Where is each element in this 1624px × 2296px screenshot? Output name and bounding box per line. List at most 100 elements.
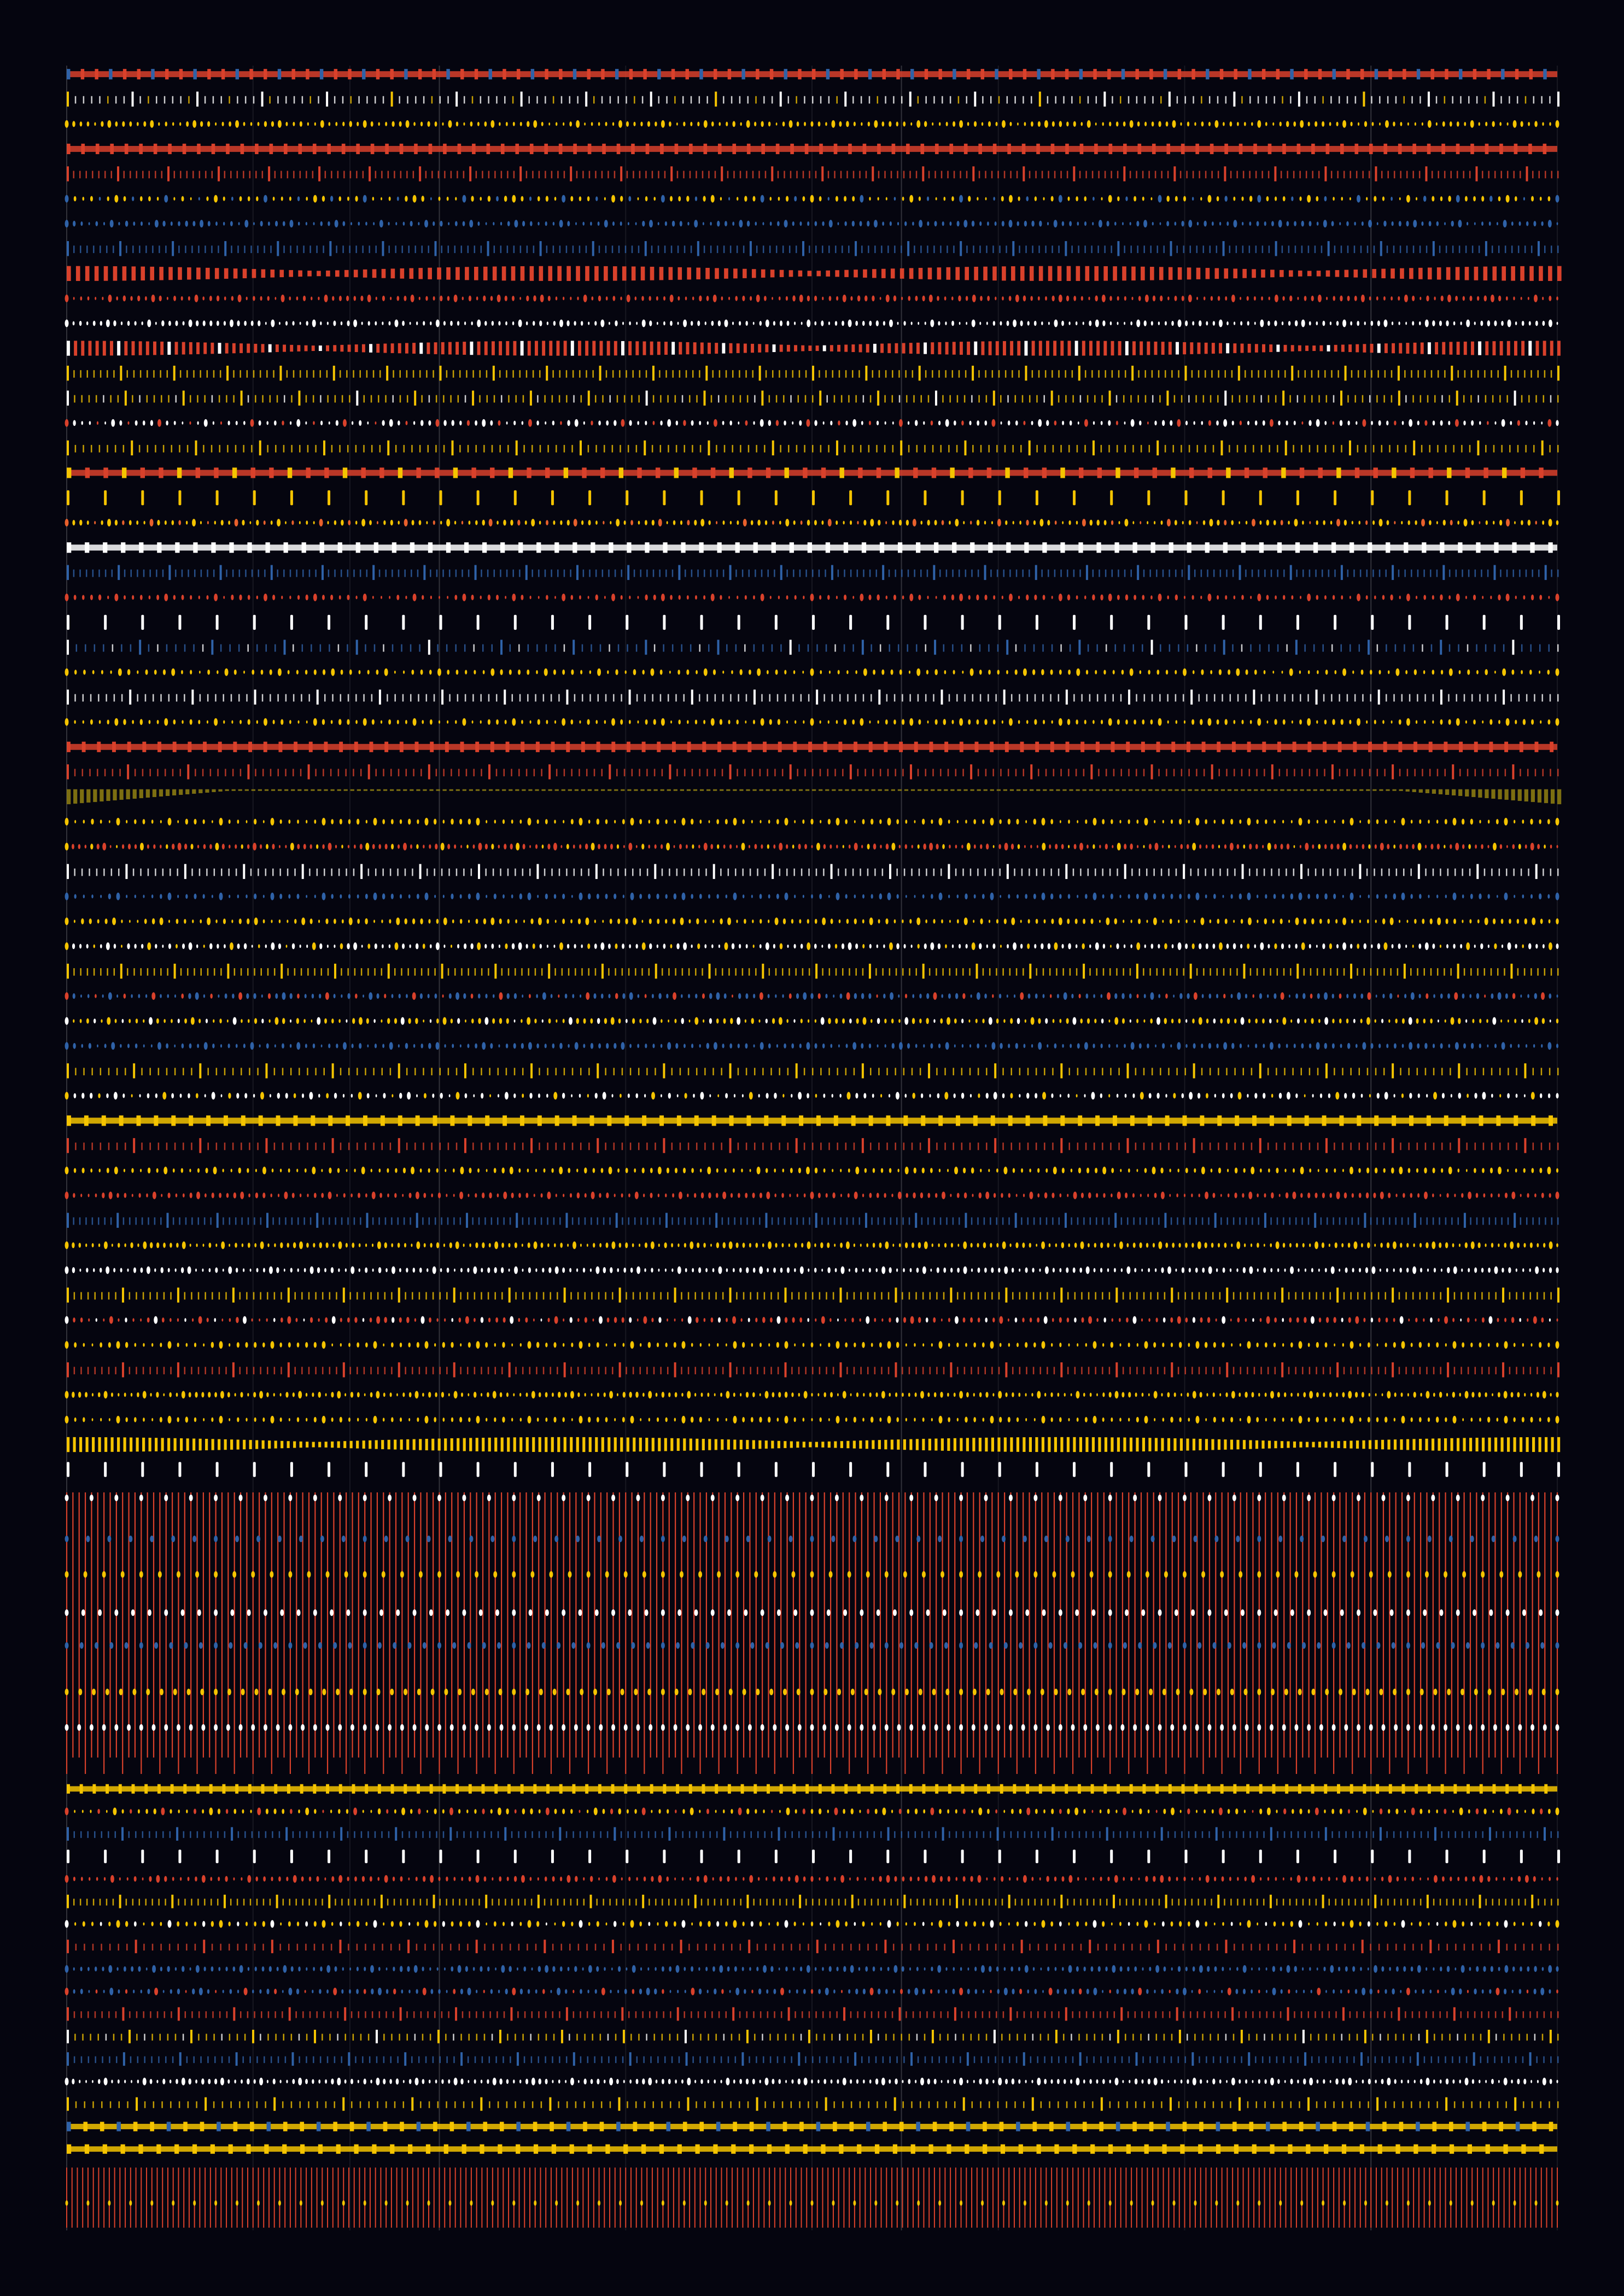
tick-mark [825,569,826,577]
tick-mark [624,245,627,253]
tick-mark [160,370,161,378]
tick-mark [1129,171,1131,179]
tick-mark [725,395,727,403]
band-mark [1354,467,1360,478]
dot-mark [188,319,192,327]
dot-mark [1275,196,1277,201]
band-mark [629,69,633,80]
dot-mark [606,420,609,426]
tick-mark [952,569,954,577]
dot-mark [1142,196,1144,201]
dot-mark [229,319,233,327]
dot-mark [505,321,507,326]
tick-mark [1394,644,1397,652]
tick-mark [706,769,708,777]
tick-mark [1538,171,1540,179]
wave-mark [1528,341,1532,356]
tick-mark [299,444,301,453]
tick-mark [706,96,708,104]
tick-mark [1184,365,1187,381]
band-mark [515,143,519,154]
wave-mark [67,341,70,356]
dot-mark [1229,121,1232,127]
dot-mark [1515,321,1517,325]
tick-mark [418,694,419,702]
tick-mark [1108,444,1110,453]
tick-mark [1159,694,1161,702]
band-strip [67,145,1557,152]
band-mark [914,741,918,752]
dot-mark [995,296,997,301]
tick-mark [457,171,458,179]
tick-mark [487,569,489,577]
wave-mark [1413,342,1417,354]
band-mark [324,467,329,478]
tick-mark [1085,565,1088,580]
dot-mark [92,670,95,675]
wave-mark [1550,341,1553,356]
tick-mark [1012,444,1014,453]
dot-mark [1346,221,1349,226]
dot-mark [722,670,725,674]
tick-mark [927,245,928,253]
dot-mark [341,519,344,526]
dot-mark [1528,122,1530,126]
tick-mark [450,171,452,179]
tick-mark [269,395,271,403]
dot-mark [937,296,939,301]
dot-mark [1037,121,1041,127]
tick-mark [1387,171,1389,179]
dot-mark [1412,321,1415,326]
dot-mark [328,122,331,126]
dot-mark [447,669,450,675]
tick-mark [1104,171,1106,179]
tick-mark [945,569,948,577]
dot-mark [1076,719,1078,725]
tick-mark [1373,245,1375,253]
tick-mark [804,96,805,104]
band-mark [713,69,717,80]
band-mark [1134,467,1139,478]
wave-mark [881,268,886,278]
tick-mark [1232,569,1234,577]
dot-mark [623,520,626,525]
dot-mark [962,670,964,674]
tick-mark [718,370,721,378]
wave-mark [1446,267,1451,280]
dot-mark [1257,195,1261,203]
dot-mark [296,419,301,427]
dot-mark [88,222,90,226]
band-mark [974,741,979,752]
sparse-mark [328,614,331,630]
band-mark [428,143,433,154]
dot-mark [1084,221,1087,226]
dot-mark [1210,296,1213,301]
dot-mark [979,321,982,325]
tick-mark [293,370,295,378]
tick-mark [202,644,204,652]
tick-mark [1232,644,1234,652]
dot-mark [972,294,976,302]
tick-mark [1277,569,1278,577]
dot-mark [145,669,148,675]
tick-mark [532,370,534,378]
tick-mark [677,245,679,253]
tick-mark [103,395,104,403]
tick-mark [928,171,930,179]
band-mark [1035,741,1039,752]
tick-mark [238,644,240,652]
tick-mark [790,171,792,179]
dot-mark [1137,121,1140,127]
tick-mark [1484,370,1486,378]
tick-mark [176,694,178,702]
wave-mark [686,342,690,355]
dot-mark [340,321,343,326]
wave-mark [1089,341,1093,356]
tick-mark [342,96,344,104]
tick-mark [1009,569,1011,577]
tick-mark [1217,395,1219,403]
band-mark [559,69,563,80]
tick-mark [692,444,693,453]
dot-mark [437,668,441,676]
dot-mark [953,420,956,426]
